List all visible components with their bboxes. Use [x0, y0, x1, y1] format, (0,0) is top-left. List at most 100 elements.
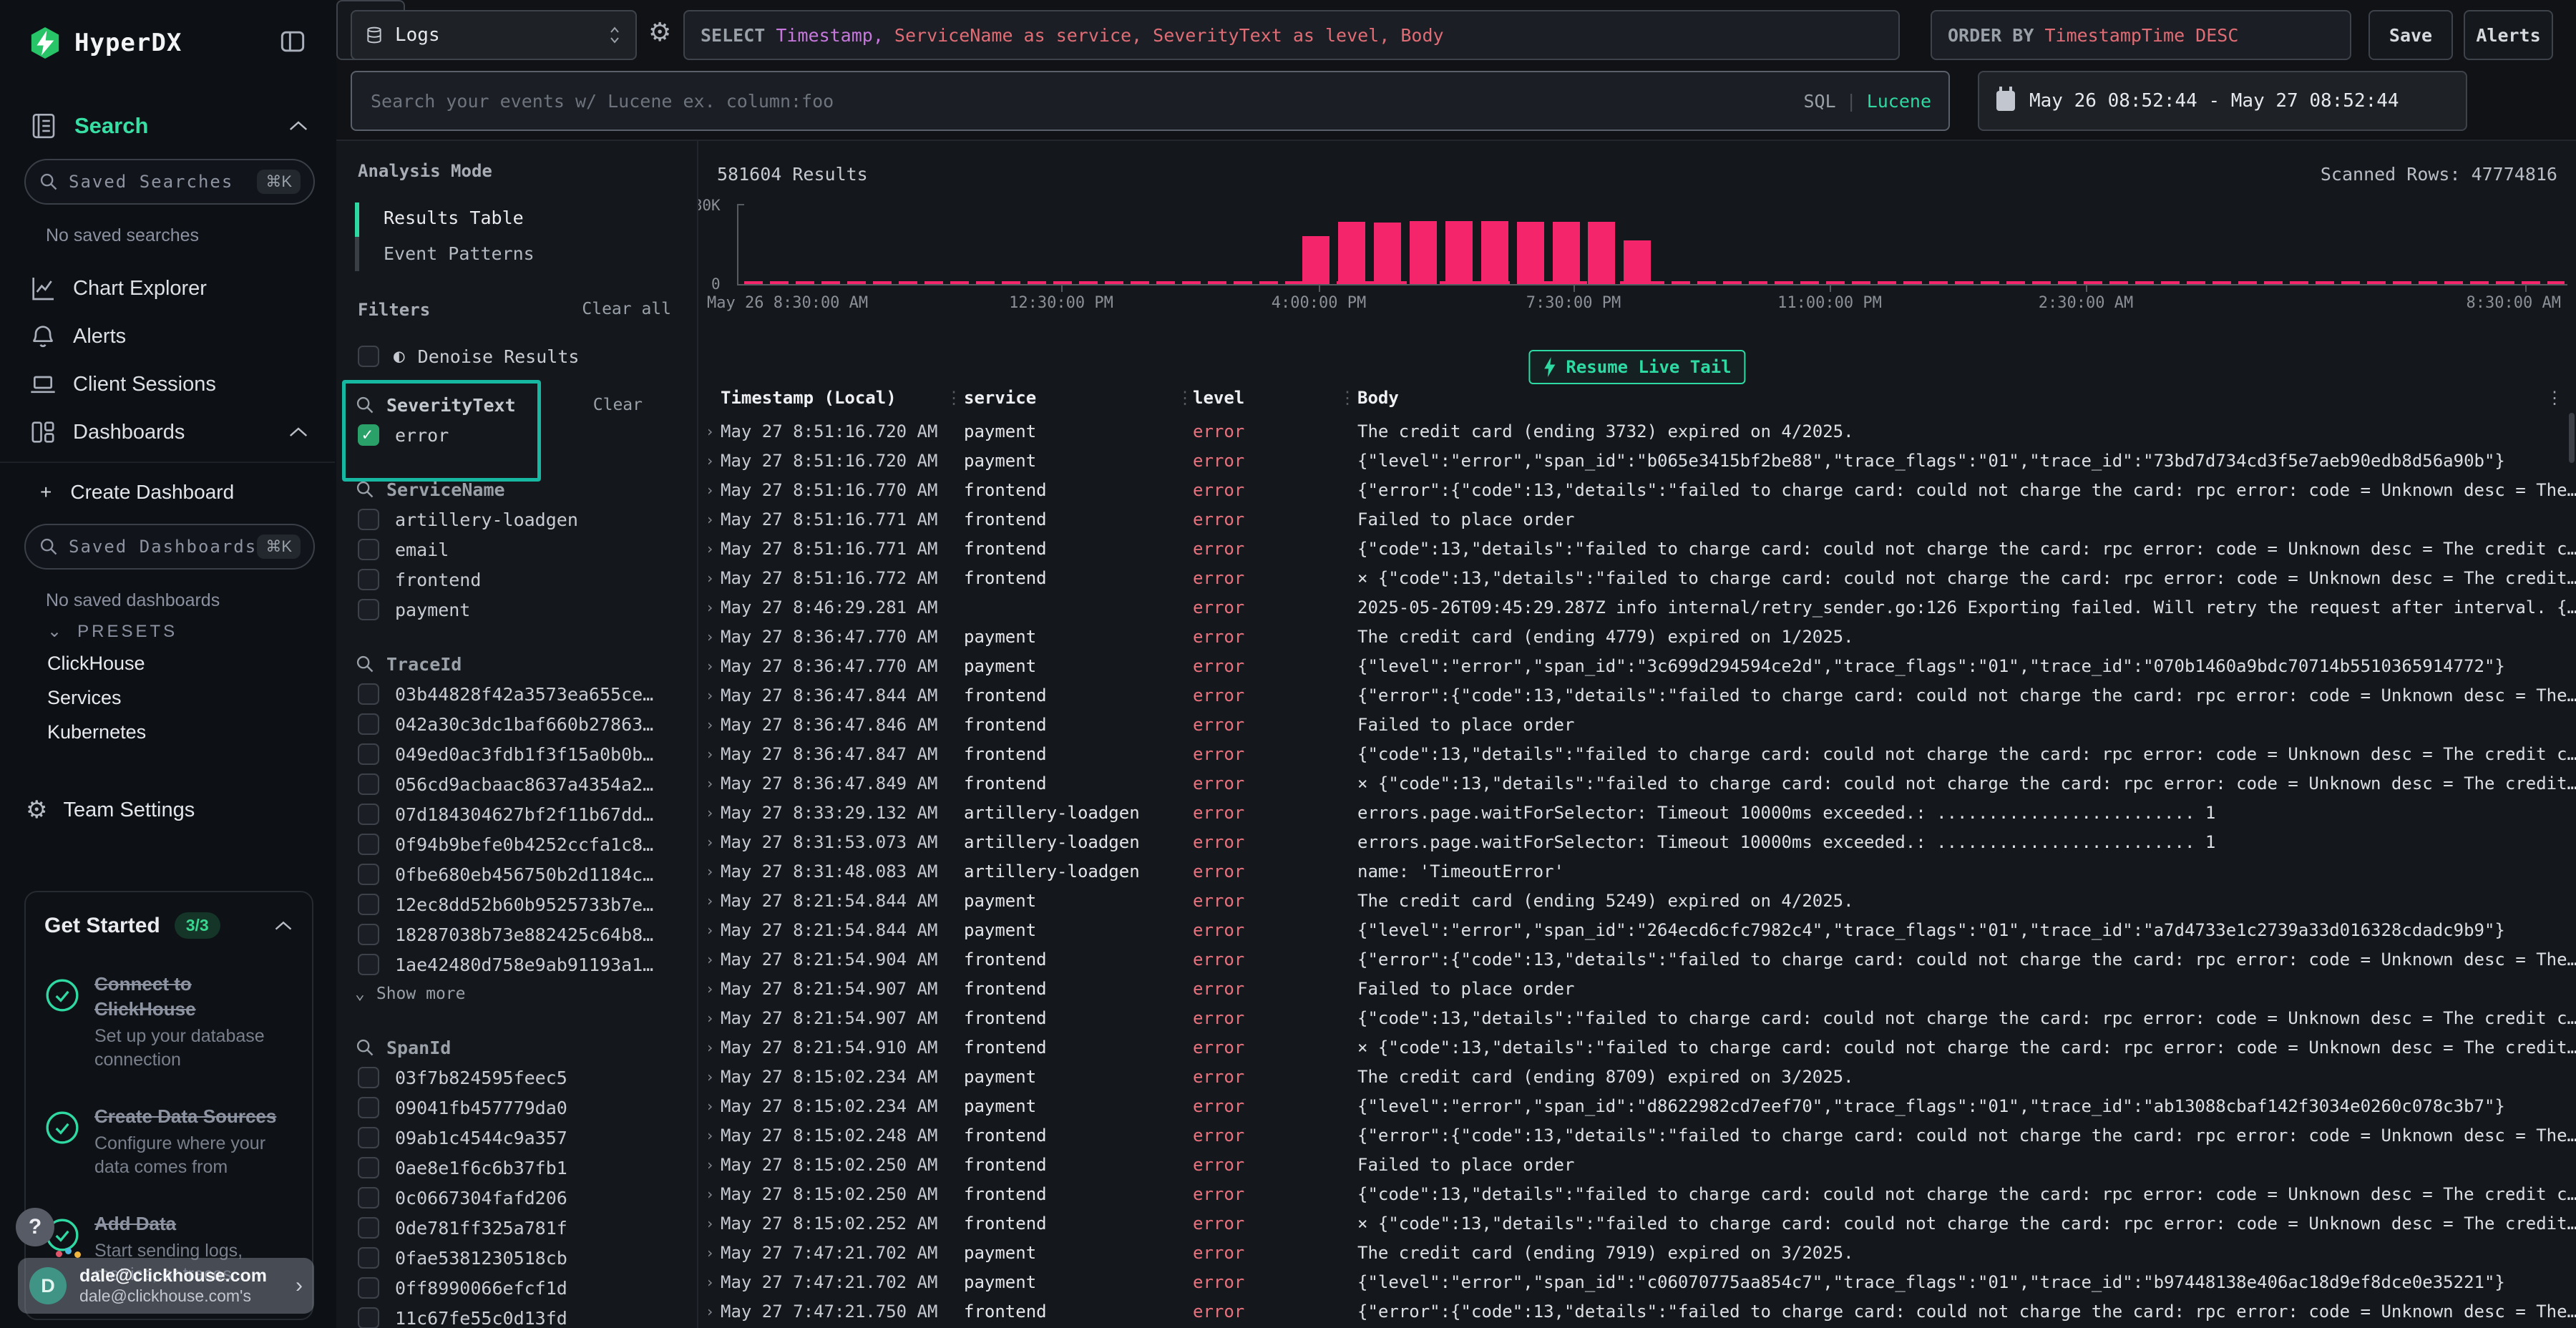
expand-row-icon[interactable]: ›: [706, 1121, 714, 1151]
checkbox[interactable]: [358, 713, 379, 735]
scrollbar-thumb[interactable]: [2569, 413, 2575, 463]
help-button[interactable]: ?: [16, 1208, 54, 1246]
checkbox[interactable]: [358, 834, 379, 855]
mode-results-table[interactable]: Results Table: [384, 200, 697, 235]
events-histogram[interactable]: 80K 0: [737, 204, 2567, 285]
column-resize-handle-icon[interactable]: ⋮: [1339, 388, 1356, 408]
table-row[interactable]: ›May 27 8:15:02.252 AMfrontenderror× {"c…: [698, 1209, 2576, 1239]
facet-option[interactable]: 18287038b73e882425c64b8…: [358, 919, 697, 949]
sidebar-item-client-sessions[interactable]: Client Sessions: [0, 364, 336, 404]
table-row[interactable]: ›May 27 8:21:54.907 AMfrontenderrorFaile…: [698, 975, 2576, 1004]
facet-option[interactable]: frontend: [358, 565, 697, 595]
preset-kubernetes[interactable]: Kubernetes: [47, 721, 146, 743]
sidebar-item-search[interactable]: Search: [0, 106, 336, 146]
clear-all-button[interactable]: Clear all: [582, 300, 671, 320]
table-row[interactable]: ›May 27 7:47:21.702 AMpaymenterror{"leve…: [698, 1268, 2576, 1297]
sql-toggle[interactable]: SQL: [1803, 91, 1835, 112]
checkbox-checked[interactable]: [358, 424, 379, 446]
expand-row-icon[interactable]: ›: [706, 476, 714, 505]
table-row[interactable]: ›May 27 8:51:16.720 AMpaymenterrorThe cr…: [698, 417, 2576, 446]
column-level[interactable]: level: [1193, 388, 1244, 408]
facet-option[interactable]: 0fbe680eb456750b2d1184c…: [358, 859, 697, 889]
checkbox[interactable]: [358, 599, 379, 620]
facet-option[interactable]: 03f7b824595feec5: [358, 1063, 697, 1093]
histogram-bar[interactable]: [1624, 240, 1651, 284]
expand-row-icon[interactable]: ›: [706, 446, 714, 476]
checkbox[interactable]: [358, 1127, 379, 1148]
column-resize-handle-icon[interactable]: ⋮: [945, 388, 962, 408]
collapse-sidebar-icon[interactable]: [276, 26, 309, 57]
presets-toggle[interactable]: ⌄PRESETS: [47, 621, 177, 642]
clear-facet-button[interactable]: Clear: [593, 396, 643, 414]
create-dashboard-button[interactable]: +Create Dashboard: [40, 481, 234, 504]
order-by-input[interactable]: ORDER BY TimestampTime DESC: [1931, 10, 2351, 60]
expand-row-icon[interactable]: ›: [706, 564, 714, 593]
facet-option[interactable]: 12ec8dd52b60b9525733b7e…: [358, 889, 697, 919]
checkbox[interactable]: [358, 1067, 379, 1088]
source-settings-gear-icon[interactable]: ⚙: [648, 17, 671, 47]
checkbox[interactable]: [358, 743, 379, 765]
facet-option[interactable]: 1ae42480d758e9ab91193a1…: [358, 949, 697, 980]
expand-row-icon[interactable]: ›: [706, 799, 714, 828]
show-more-button[interactable]: ⌄Show more: [355, 980, 697, 1008]
checkbox[interactable]: [358, 1307, 379, 1328]
expand-row-icon[interactable]: ›: [706, 975, 714, 1004]
table-row[interactable]: ›May 27 8:51:16.720 AMpaymenterror{"leve…: [698, 446, 2576, 476]
table-row[interactable]: ›May 27 8:36:47.846 AMfrontenderrorFaile…: [698, 711, 2576, 740]
date-range-picker[interactable]: May 26 08:52:44 - May 27 08:52:44: [1978, 71, 2467, 131]
expand-row-icon[interactable]: ›: [706, 1033, 714, 1063]
language-toggle[interactable]: SQL|Lucene: [1803, 91, 1931, 112]
column-body[interactable]: Body: [1357, 388, 1399, 408]
expand-row-icon[interactable]: ›: [706, 1239, 714, 1268]
search-input[interactable]: [369, 90, 1803, 112]
facet-option[interactable]: 11c67fe55c0d13fd: [358, 1303, 697, 1328]
sidebar-item-chart-explorer[interactable]: Chart Explorer: [0, 268, 336, 308]
checkbox[interactable]: [358, 509, 379, 530]
facet-option[interactable]: 0ff8990066efcf1d: [358, 1273, 697, 1303]
facet-option[interactable]: 0fae5381230518cb: [358, 1243, 697, 1273]
checkbox[interactable]: [358, 569, 379, 590]
table-row[interactable]: ›May 27 8:15:02.234 AMpaymenterrorThe cr…: [698, 1063, 2576, 1092]
expand-row-icon[interactable]: ›: [706, 887, 714, 916]
expand-row-icon[interactable]: ›: [706, 1151, 714, 1180]
expand-row-icon[interactable]: ›: [706, 1092, 714, 1121]
facet-option[interactable]: 0f94b9befe0b4252ccfa1c8…: [358, 829, 697, 859]
facet-option[interactable]: 07d184304627bf2f11b67dd…: [358, 799, 697, 829]
user-menu[interactable]: D dale@clickhouse.com dale@clickhouse.co…: [18, 1258, 314, 1314]
save-button[interactable]: Save: [2368, 10, 2453, 60]
expand-row-icon[interactable]: ›: [706, 857, 714, 887]
expand-row-icon[interactable]: ›: [706, 1297, 714, 1327]
mode-event-patterns[interactable]: Event Patterns: [384, 235, 697, 271]
alerts-button[interactable]: Alerts: [2464, 10, 2553, 60]
table-row[interactable]: ›May 27 8:36:47.849 AMfrontenderror× {"c…: [698, 769, 2576, 799]
get-started-task[interactable]: Connect to ClickHouseSet up your databas…: [44, 972, 293, 1071]
table-row[interactable]: ›May 27 8:21:54.844 AMpaymenterror{"leve…: [698, 916, 2576, 945]
histogram-bar[interactable]: [1481, 221, 1508, 284]
checkbox[interactable]: [358, 804, 379, 825]
expand-row-icon[interactable]: ›: [706, 1268, 714, 1297]
preset-services[interactable]: Services: [47, 687, 122, 709]
checkbox[interactable]: [358, 954, 379, 975]
facet-option[interactable]: 056cd9acbaac8637a4354a2…: [358, 769, 697, 799]
histogram-bar[interactable]: [1553, 222, 1580, 284]
expand-row-icon[interactable]: ›: [706, 740, 714, 769]
expand-row-icon[interactable]: ›: [706, 1209, 714, 1239]
histogram-bar[interactable]: [1517, 222, 1544, 284]
checkbox[interactable]: [358, 924, 379, 945]
table-row[interactable]: ›May 27 8:31:53.073 AMartillery-loadgene…: [698, 828, 2576, 857]
sidebar-item-team-settings[interactable]: ⚙Team Settings: [26, 796, 195, 824]
table-row[interactable]: ›May 27 8:51:16.770 AMfrontenderror{"err…: [698, 476, 2576, 505]
resume-live-tail-button[interactable]: Resume Live Tail: [1528, 350, 1745, 384]
sidebar-item-dashboards[interactable]: Dashboards: [0, 412, 336, 452]
facet-option[interactable]: 09ab1c4544c9a357: [358, 1123, 697, 1153]
table-row[interactable]: ›May 27 8:36:47.844 AMfrontenderror{"err…: [698, 681, 2576, 711]
facet-option[interactable]: payment: [358, 595, 697, 625]
column-resize-handle-icon[interactable]: ⋮: [1176, 388, 1194, 408]
histogram-bar[interactable]: [1302, 236, 1330, 284]
checkbox[interactable]: [358, 1097, 379, 1118]
expand-row-icon[interactable]: ›: [706, 681, 714, 711]
table-row[interactable]: ›May 27 8:15:02.234 AMpaymenterror{"leve…: [698, 1092, 2576, 1121]
table-row[interactable]: ›May 27 8:36:47.847 AMfrontenderror{"cod…: [698, 740, 2576, 769]
table-row[interactable]: ›May 27 8:21:54.904 AMfrontenderror{"err…: [698, 945, 2576, 975]
histogram-bar[interactable]: [1338, 222, 1365, 284]
